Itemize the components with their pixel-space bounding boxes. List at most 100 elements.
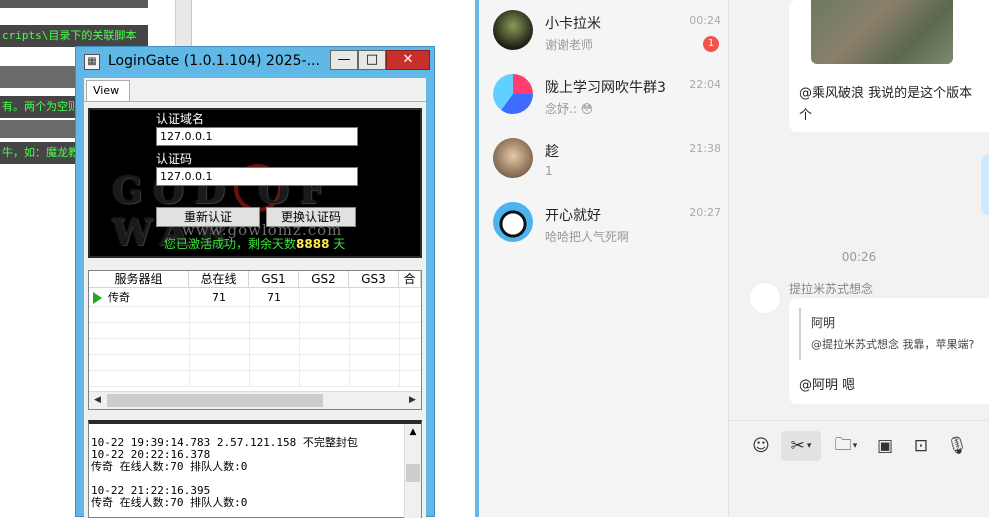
reauth-button[interactable]: 重新认证 — [156, 207, 260, 227]
unread-badge: 1 — [703, 36, 719, 52]
maximize-button[interactable]: □ — [358, 50, 386, 70]
vertical-scrollbar[interactable]: ▲ — [404, 424, 421, 518]
column-header[interactable]: GS3 — [349, 271, 399, 288]
chat-toolbar: ☺ ✂ ▾ 🗀 ▾ ▣ ⊡ 🎙 — [729, 420, 989, 517]
server-name-cell: 传奇 — [93, 290, 189, 306]
grid-line — [89, 322, 421, 323]
grid-line — [89, 338, 421, 339]
chat-preview: 念妤.: 😳 — [545, 102, 594, 116]
own-message-bubble-edge — [981, 155, 989, 215]
window-title: LoginGate (1.0.1.104) 2025-... — [108, 53, 320, 69]
gs1-cell: 71 — [267, 291, 281, 304]
quote-text: @提拉米苏式想念 我靠，苹果端? — [811, 338, 975, 351]
scrollbar-thumb[interactable] — [406, 464, 420, 482]
server-list[interactable]: 服务器组 总在线 GS1 GS2 GS3 合计 传奇 71 — [88, 270, 422, 410]
sender-name: 提拉米苏式想念 — [789, 282, 874, 296]
avatar — [493, 202, 533, 242]
message-text: @阿明 嗯 — [799, 378, 856, 393]
scroll-up-icon[interactable]: ▲ — [405, 424, 421, 440]
server-name: 传奇 — [108, 291, 130, 304]
grid-line — [89, 306, 421, 307]
close-button[interactable]: ✕ — [386, 50, 430, 70]
avatar — [493, 10, 533, 50]
grid-line — [349, 288, 350, 386]
avatar[interactable] — [749, 282, 781, 314]
chat-item[interactable]: 陇上学习网吹牛群3 22:04 念妤.: 😳 — [489, 68, 721, 132]
grid-line — [399, 288, 400, 386]
log-line: 传奇 在线人数:70 排队人数:0 — [91, 460, 248, 473]
avatar — [493, 138, 533, 178]
folder-icon[interactable]: 🗀 ▾ — [829, 431, 863, 461]
quote-name: 阿明 — [811, 316, 836, 330]
chat-name: 趁 — [545, 144, 559, 160]
editor-line: cripts\目录下的关联脚本 — [0, 25, 148, 47]
editor-line: 牛，如：魔龙教 — [0, 142, 80, 164]
tab-view[interactable]: View — [86, 80, 130, 102]
column-header[interactable]: GS1 — [249, 271, 299, 288]
chat-name: 陇上学习网吹牛群3 — [545, 80, 666, 96]
avatar — [493, 74, 533, 114]
play-icon — [93, 292, 102, 304]
quote-block: 阿明 @提拉米苏式想念 我靠，苹果端? — [799, 308, 989, 360]
banner: GOD OF WAR www.gowlomz.com 认证域名 127.0.0.… — [88, 108, 422, 258]
chat-preview: 谢谢老师 — [545, 38, 594, 52]
app-icon: ▦ — [84, 54, 100, 70]
scroll-right-icon[interactable]: ▶ — [404, 392, 421, 409]
chat-name: 开心就好 — [545, 208, 601, 224]
emoji-icon[interactable]: ☺ — [745, 431, 777, 461]
microphone-icon[interactable]: 🎙 — [941, 431, 973, 461]
chat-list: 小卡拉米 00:24 谢谢老师 1 陇上学习网吹牛群3 22:04 念妤.: 😳… — [475, 0, 728, 517]
grid-line — [89, 386, 421, 387]
server-list-header: 服务器组 总在线 GS1 GS2 GS3 合计 — [89, 271, 421, 288]
auth-domain-input[interactable]: 127.0.0.1 — [156, 127, 358, 146]
time-divider: 00:26 — [841, 250, 877, 264]
log-line: 传奇 在线人数:70 排队人数:0 — [91, 496, 248, 509]
message-bubble[interactable]: 阿明 @提拉米苏式想念 我靠，苹果端? @阿明 嗯 — [789, 298, 989, 404]
chat-item[interactable]: 小卡拉米 00:24 谢谢老师 1 — [489, 4, 721, 68]
auth-code-label: 认证码 — [156, 152, 193, 165]
message-text-continued: 个 — [799, 108, 813, 123]
grid-line — [89, 354, 421, 355]
activation-status: 您已激活成功，剩余天数8888 天 — [164, 235, 345, 252]
column-header[interactable]: 合计 — [399, 271, 421, 288]
scissors-icon[interactable]: ✂ ▾ — [781, 431, 821, 461]
tab-divider — [84, 101, 426, 102]
status-days: 8888 — [296, 237, 330, 251]
logingate-window: ▦ LoginGate (1.0.1.104) 2025-... — □ ✕ V… — [75, 46, 435, 518]
message-image[interactable] — [811, 0, 953, 64]
message-text: @乘风破浪 我说的是这个版本 — [799, 86, 973, 101]
window-titlebar[interactable]: ▦ LoginGate (1.0.1.104) 2025-... — □ ✕ — [76, 47, 434, 77]
column-header[interactable]: 总在线 — [189, 271, 249, 288]
minimize-button[interactable]: — — [330, 50, 358, 70]
editor-line-gray — [0, 0, 148, 8]
column-header[interactable]: 服务器组 — [89, 271, 189, 288]
image-icon[interactable]: ▣ — [869, 431, 901, 461]
package-icon[interactable]: ⊡ — [905, 431, 937, 461]
column-header[interactable]: GS2 — [299, 271, 349, 288]
status-suffix: 天 — [333, 237, 346, 251]
chat-item[interactable]: 趁 21:38 1 — [489, 132, 721, 196]
editor-line-blank — [0, 120, 80, 138]
editor-line-blank — [0, 66, 80, 88]
scrollbar-thumb[interactable] — [107, 394, 323, 407]
log-box[interactable]: 10-22 19:39:14.783 2.57.121.158 不完整封包 10… — [88, 420, 422, 518]
change-code-button[interactable]: 更换认证码 — [266, 207, 356, 227]
editor-line: 有。两个为空则 — [0, 96, 80, 118]
chat-preview: 1 — [545, 164, 553, 178]
chat-time: 22:04 — [689, 78, 721, 91]
auth-code-input[interactable]: 127.0.0.1 — [156, 167, 358, 186]
chat-conversation: @乘风破浪 我说的是这个版本 个 00:26 提拉米苏式想念 阿明 @提拉米苏式… — [728, 0, 989, 517]
chat-item[interactable]: 开心就好 20:27 哈哈把人气死啊 — [489, 196, 721, 260]
auth-domain-label: 认证域名 — [156, 112, 205, 125]
status-prefix: 您已激活成功，剩余天数 — [164, 237, 297, 251]
grid-line — [89, 370, 421, 371]
chat-time: 00:24 — [689, 14, 721, 27]
horizontal-scrollbar[interactable]: ◀ ▶ — [89, 391, 421, 409]
chat-name: 小卡拉米 — [545, 16, 601, 32]
message-bubble[interactable]: @乘风破浪 我说的是这个版本 个 — [789, 0, 989, 132]
chat-time: 20:27 — [689, 206, 721, 219]
chat-preview: 哈哈把人气死啊 — [545, 230, 630, 244]
window-client: View GOD OF WAR www.gowlomz.com 认证域名 127… — [84, 78, 426, 518]
scroll-left-icon[interactable]: ◀ — [89, 392, 106, 409]
chat-time: 21:38 — [689, 142, 721, 155]
